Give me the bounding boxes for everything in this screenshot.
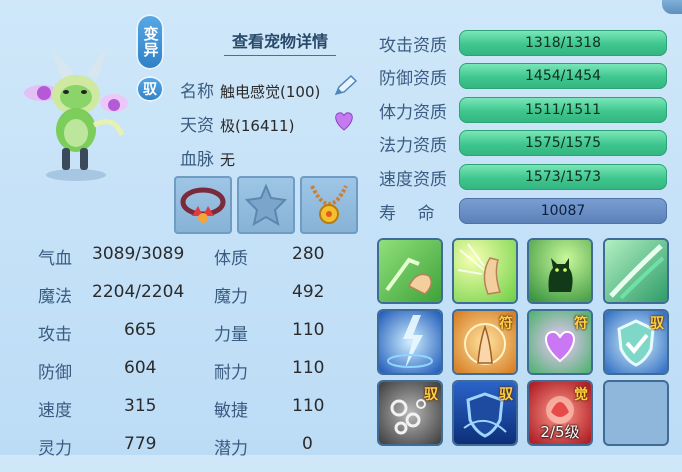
skill-slot[interactable]: 驭 <box>379 382 441 444</box>
stat-label: 耐力 <box>214 363 248 383</box>
wind-skill-icon <box>609 244 665 300</box>
stat-label: 气血 <box>38 249 72 269</box>
stat-value: 2204/2204 <box>92 282 185 302</box>
stat-value: 779 <box>124 434 157 454</box>
stat-label: 防御 <box>38 363 72 383</box>
talisman-badge: 符 <box>574 316 588 332</box>
aptitude-label: 防御资质 <box>379 69 447 89</box>
equip-slot-2[interactable] <box>237 176 295 234</box>
stat-value: 110 <box>292 358 325 378</box>
hand-gesture-skill-icon <box>385 257 432 295</box>
pen-icon[interactable] <box>332 74 358 98</box>
skill-slot[interactable] <box>379 240 441 302</box>
pet-name-row: 名称 触电感觉(100) <box>180 77 320 102</box>
mutation-tag: 变异 <box>136 14 164 70</box>
pet-info-panel: 变异 驭 查看宠物详情 名称触电感觉(100) 天资极(16411) 血脉无 <box>0 0 682 459</box>
skill-slot[interactable]: 符 <box>529 311 591 373</box>
aptitude-row: 速度资质 1573/1573 <box>379 164 669 190</box>
stat-value: 3089/3089 <box>92 244 185 264</box>
necklace-equip-icon <box>180 187 226 223</box>
talent-row: 天资 极(16411) <box>180 111 294 136</box>
close-corner[interactable] <box>662 0 682 14</box>
skill-slot[interactable]: 觉 2/5级 <box>529 382 591 444</box>
stat-value: 492 <box>292 282 325 302</box>
tamed-badge: 驭 <box>424 387 438 403</box>
stat-label: 力量 <box>214 325 248 345</box>
aptitude-label: 速度资质 <box>379 170 447 190</box>
skill-slot[interactable] <box>605 240 667 302</box>
equip-slot-3[interactable] <box>300 176 358 234</box>
aptitude-bar: 1454/1454 <box>459 63 667 89</box>
view-pet-details-link[interactable]: 查看宠物详情 <box>210 28 350 56</box>
lifespan-row: 寿 命 10087 <box>379 198 669 224</box>
empty-equip-icon <box>244 183 288 227</box>
stat-value: 0 <box>302 434 313 454</box>
stat-label: 攻击 <box>38 325 72 345</box>
stat-value: 315 <box>124 396 157 416</box>
lifespan-bar: 10087 <box>459 198 667 224</box>
stat-row: 魔法 2204/2204 魔力 492 <box>38 282 338 320</box>
stat-value: 110 <box>292 396 325 416</box>
link-underline <box>224 55 336 56</box>
skill-slot[interactable]: 驭 <box>454 382 516 444</box>
stat-label: 灵力 <box>38 439 72 459</box>
talent-value: 极(16411) <box>220 117 295 135</box>
name-value: 触电感觉(100) <box>220 83 321 101</box>
aptitude-bar: 1318/1318 <box>459 30 667 56</box>
tamed-badge: 驭 <box>499 387 513 403</box>
skill-slot[interactable]: 驭 <box>605 311 667 373</box>
stat-row: 速度 315 敏捷 110 <box>38 396 338 434</box>
stat-label: 潜力 <box>214 439 248 459</box>
stat-value: 110 <box>292 320 325 340</box>
stat-row: 攻击 665 力量 110 <box>38 320 338 358</box>
stat-row: 灵力 779 潜力 0 <box>38 434 338 472</box>
stat-value: 665 <box>124 320 157 340</box>
lifespan-label: 寿 命 <box>379 204 435 224</box>
stat-label: 魔法 <box>38 287 72 307</box>
bloodline-row: 血脉无 <box>180 145 235 170</box>
pet-portrait <box>24 47 128 181</box>
equip-slot-1[interactable] <box>174 176 232 234</box>
view-pet-details-label: 查看宠物详情 <box>231 32 328 51</box>
stat-label: 敏捷 <box>214 401 248 421</box>
aptitude-bar: 1511/1511 <box>459 97 667 123</box>
cat-skill-icon <box>548 258 573 292</box>
talent-label: 天资 <box>180 116 214 136</box>
awaken-level: 2/5级 <box>540 423 580 441</box>
stat-value: 280 <box>292 244 325 264</box>
aptitude-bar: 1575/1575 <box>459 130 667 156</box>
tamed-badge: 驭 <box>650 316 664 332</box>
aptitude-bar: 1573/1573 <box>459 164 667 190</box>
awaken-badge: 觉 <box>574 387 588 403</box>
aptitude-row: 防御资质 1454/1454 <box>379 63 669 89</box>
empty-skill-slot[interactable] <box>605 382 667 444</box>
aptitude-row: 法力资质 1575/1575 <box>379 130 669 156</box>
skill-slot[interactable] <box>379 311 441 373</box>
heart-icon[interactable] <box>332 110 356 132</box>
aptitude-row: 体力资质 1511/1511 <box>379 97 669 123</box>
bloodline-value: 无 <box>220 151 236 169</box>
stat-value: 604 <box>124 358 157 378</box>
talisman-badge: 符 <box>499 316 513 332</box>
skill-slot[interactable] <box>529 240 591 302</box>
bloodline-label: 血脉 <box>180 150 214 170</box>
stat-row: 防御 604 耐力 110 <box>38 358 338 396</box>
aptitude-row: 攻击资质 1318/1318 <box>379 30 669 56</box>
tamed-tag: 驭 <box>136 76 164 102</box>
skill-slot[interactable]: 符 <box>454 311 516 373</box>
stat-row: 气血 3089/3089 体质 280 <box>38 244 338 282</box>
stat-label: 魔力 <box>214 287 248 307</box>
palm-light-skill-icon <box>457 243 501 295</box>
skill-slot[interactable] <box>454 240 516 302</box>
aptitude-label: 法力资质 <box>379 136 447 156</box>
stat-label: 速度 <box>38 401 72 421</box>
lightning-skill-icon <box>387 315 433 369</box>
name-label: 名称 <box>180 82 214 102</box>
amulet-equip-icon <box>310 185 348 224</box>
aptitude-label: 体力资质 <box>379 103 447 123</box>
stat-label: 体质 <box>214 249 248 269</box>
aptitude-label: 攻击资质 <box>379 36 447 56</box>
